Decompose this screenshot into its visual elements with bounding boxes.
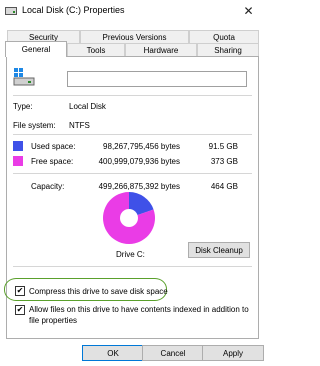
compress-label: Compress this drive to save disk space: [29, 287, 168, 296]
button-label: OK: [107, 348, 119, 358]
tab-label: Previous Versions: [102, 32, 167, 42]
tab-tools[interactable]: Tools: [67, 43, 125, 56]
close-button[interactable]: ✕: [232, 0, 265, 22]
apply-button[interactable]: Apply: [202, 345, 264, 361]
separator: [13, 173, 252, 174]
tab-label: Quota: [213, 32, 235, 42]
cancel-button[interactable]: Cancel: [142, 345, 204, 361]
used-space-gb: 91.5 GB: [208, 142, 238, 151]
used-space-swatch: [13, 141, 23, 151]
disk-cleanup-button[interactable]: Disk Cleanup: [188, 242, 250, 258]
tab-hardware[interactable]: Hardware: [125, 43, 197, 56]
type-value: Local Disk: [69, 102, 106, 111]
tab-label: General: [21, 45, 51, 54]
tab-quota[interactable]: Quota: [189, 30, 259, 43]
button-label: Apply: [222, 348, 243, 358]
drive-icon: [13, 68, 35, 86]
tab-sharing[interactable]: Sharing: [197, 43, 259, 56]
free-space-bytes: 400,999,079,936 bytes: [98, 157, 180, 166]
close-icon: ✕: [243, 4, 254, 18]
tab-general[interactable]: General: [5, 41, 67, 57]
separator: [13, 266, 252, 267]
capacity-label: Capacity:: [31, 182, 65, 191]
title-bar: Local Disk (C:) Properties ✕: [0, 0, 265, 22]
separator: [13, 95, 252, 96]
drive-label: Drive C:: [116, 250, 145, 259]
ok-button[interactable]: OK: [82, 345, 144, 361]
type-label: Type:: [13, 102, 33, 111]
separator: [13, 134, 252, 135]
tab-label: Sharing: [214, 45, 242, 55]
used-space-label: Used space:: [31, 142, 76, 151]
window-title: Local Disk (C:) Properties: [22, 5, 125, 15]
file-system-label: File system:: [13, 121, 56, 130]
index-checkbox[interactable]: ✔: [15, 305, 25, 315]
disk-usage-pie-chart: [103, 192, 155, 244]
used-space-bytes: 98,267,795,456 bytes: [103, 142, 180, 151]
button-label: Cancel: [160, 348, 186, 358]
drive-name-input[interactable]: [67, 71, 247, 87]
drive-icon: [5, 7, 17, 15]
compress-checkbox[interactable]: ✔: [15, 286, 25, 296]
free-space-swatch: [13, 156, 23, 166]
file-system-value: NTFS: [69, 121, 90, 130]
check-icon: ✔: [16, 286, 24, 295]
check-icon: ✔: [16, 305, 24, 314]
tab-label: Tools: [86, 45, 106, 55]
capacity-gb: 464 GB: [210, 182, 238, 191]
pie-center-hole: [120, 209, 138, 227]
index-label-line1: Allow files on this drive to have conten…: [29, 305, 249, 314]
button-label: Disk Cleanup: [195, 245, 243, 255]
free-space-label: Free space:: [31, 157, 74, 166]
tab-label: Hardware: [143, 45, 179, 55]
free-space-gb: 373 GB: [210, 157, 238, 166]
tab-previous-versions[interactable]: Previous Versions: [80, 30, 189, 43]
index-label-line2: file properties: [29, 316, 78, 325]
